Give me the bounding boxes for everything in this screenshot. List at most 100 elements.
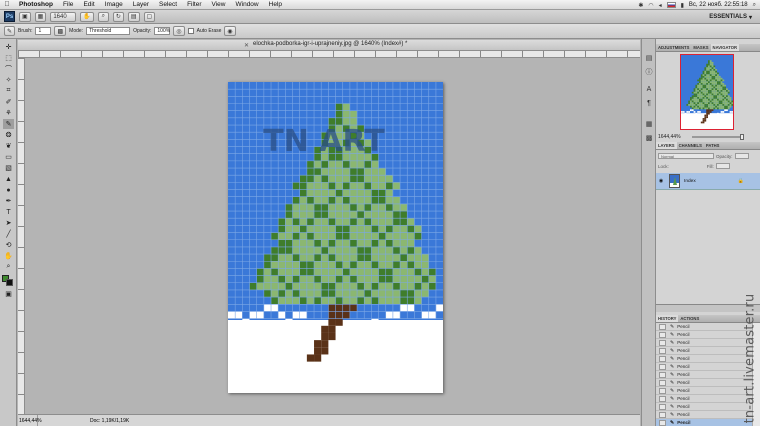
menubar-clock[interactable]: Вс, 22 нояб. 22:55:18	[689, 2, 748, 8]
document-tab[interactable]: ✕ elochka-podborka-igr-i-uprajneniy.jpg …	[18, 40, 640, 51]
history-source-box[interactable]	[659, 419, 666, 426]
hand-tool-button[interactable]: ✋	[80, 11, 94, 22]
flag-ru-icon[interactable]	[666, 2, 676, 8]
history-item[interactable]: ✎ Pencil	[656, 379, 752, 387]
opacity-field[interactable]: 100%	[154, 27, 171, 35]
history-item[interactable]: ✎ Pencil	[656, 347, 752, 355]
horizontal-ruler[interactable]	[18, 51, 640, 58]
rotate-view-button[interactable]: ↻	[112, 11, 124, 22]
eye-icon[interactable]: ◉	[656, 178, 666, 184]
type-tool[interactable]: T	[3, 207, 14, 217]
layers-opacity-field[interactable]	[734, 153, 749, 159]
status-doc-info[interactable]: Doc: 1,19K/1,19K	[38, 418, 129, 424]
history-item[interactable]: ✎ Pencil	[656, 323, 752, 331]
tab-masks[interactable]: MASKS	[691, 45, 710, 50]
hand-tool[interactable]: ✋	[3, 251, 14, 261]
tab-navigator[interactable]: NAVIGATOR	[710, 44, 739, 51]
menu-window[interactable]: Window	[231, 1, 264, 8]
background-color-swatch[interactable]	[6, 279, 13, 286]
menu-layer[interactable]: Layer	[128, 1, 154, 8]
history-source-box[interactable]	[659, 411, 666, 418]
info-strip-button[interactable]: ⓘ	[644, 67, 654, 76]
history-source-box[interactable]	[659, 363, 666, 370]
layer-index[interactable]: ◉ Index 🔒	[656, 173, 760, 190]
shape-tool[interactable]: ╱	[3, 229, 14, 239]
history-source-box[interactable]	[659, 403, 666, 410]
history-source-box[interactable]	[659, 347, 666, 354]
history-brush-tool[interactable]: ❦	[3, 141, 14, 151]
character-strip-button[interactable]: A	[644, 85, 654, 94]
slider-knob[interactable]	[740, 134, 744, 140]
pen-tool[interactable]: ✒	[3, 196, 14, 206]
history-source-box[interactable]	[659, 387, 666, 394]
tab-adjustments[interactable]: ADJUSTMENTS	[656, 45, 691, 50]
menu-image[interactable]: Image	[100, 1, 128, 8]
apple-menu-icon[interactable]: 	[0, 1, 14, 8]
status-zoom[interactable]: 1644,44%	[18, 415, 42, 426]
history-item[interactable]: ✎ Pencil	[656, 387, 752, 395]
blend-mode-select[interactable]: Normal	[658, 153, 714, 159]
history-source-box[interactable]	[659, 339, 666, 346]
navigator-zoom-slider[interactable]	[692, 134, 744, 140]
wifi-icon[interactable]: ◠	[648, 2, 653, 9]
tablet-size-button[interactable]: ◉	[224, 26, 236, 36]
tab-paths[interactable]: PATHS	[704, 143, 722, 148]
tab-layers[interactable]: LAYERS	[656, 142, 677, 149]
vertical-ruler[interactable]	[18, 58, 25, 414]
eyedropper-tool[interactable]: ✐	[3, 97, 14, 107]
menu-app-name[interactable]: Photoshop	[14, 1, 58, 8]
history-item[interactable]: ✎ Pencil	[656, 331, 752, 339]
paragraph-strip-button[interactable]: ¶	[644, 99, 654, 108]
fill-field[interactable]	[715, 163, 730, 169]
history-item-current[interactable]: ✎ Pencil	[656, 419, 752, 426]
quick-mask-button[interactable]: ▣	[3, 289, 14, 299]
swatches-strip-button[interactable]: ▦	[644, 119, 654, 128]
workspace-switcher[interactable]: ESSENTIALS ▾	[709, 12, 752, 22]
menu-help[interactable]: Help	[264, 1, 287, 8]
zoom-tool[interactable]: ⌕	[3, 262, 14, 272]
history-item[interactable]: ✎ Pencil	[656, 355, 752, 363]
clone-stamp-tool[interactable]: ❂	[3, 130, 14, 140]
eraser-tool[interactable]: ▭	[3, 152, 14, 162]
history-source-box[interactable]	[659, 331, 666, 338]
zoom-level-select[interactable]: 1640	[50, 11, 77, 22]
history-source-box[interactable]	[659, 323, 666, 330]
navigator-thumbnail[interactable]	[680, 54, 734, 130]
navigator-zoom[interactable]: 1644,44%	[658, 134, 681, 140]
mode-select[interactable]: Threshold	[86, 27, 131, 35]
crop-tool[interactable]: ⌗	[3, 86, 14, 96]
dodge-tool[interactable]: ●	[3, 185, 14, 195]
bluetooth-icon[interactable]: ✱	[638, 2, 643, 9]
brush-size-picker[interactable]: 1	[35, 27, 52, 35]
tab-actions[interactable]: ACTIONS	[678, 316, 701, 321]
brush-panel-toggle[interactable]: ▩	[54, 26, 67, 36]
lasso-tool[interactable]: ⌒	[3, 64, 14, 74]
history-item[interactable]: ✎ Pencil	[656, 371, 752, 379]
history-item[interactable]: ✎ Pencil	[656, 411, 752, 419]
paint-bucket-tool[interactable]: ▧	[3, 163, 14, 173]
spotlight-icon[interactable]: ⌕	[753, 2, 756, 9]
menu-filter[interactable]: Filter	[182, 1, 206, 8]
close-icon[interactable]: ✕	[244, 42, 249, 49]
mini-bridge-strip-button[interactable]: ▤	[644, 53, 654, 62]
history-item[interactable]: ✎ Pencil	[656, 339, 752, 347]
tool-preset-picker[interactable]: ✎	[4, 26, 16, 36]
menu-edit[interactable]: Edit	[78, 1, 99, 8]
auto-erase-checkbox[interactable]	[187, 28, 194, 34]
mini-bridge-button[interactable]: ▦	[34, 11, 47, 22]
blur-tool[interactable]: ▲	[3, 174, 14, 184]
menu-select[interactable]: Select	[154, 1, 182, 8]
menu-file[interactable]: File	[58, 1, 78, 8]
path-select-tool[interactable]: ➤	[3, 218, 14, 228]
brush-strip-button[interactable]: ▩	[644, 133, 654, 142]
history-source-box[interactable]	[659, 379, 666, 386]
tab-history[interactable]: HISTORY	[656, 315, 679, 322]
history-item[interactable]: ✎ Pencil	[656, 395, 752, 403]
tablet-pressure-button[interactable]: ◎	[173, 26, 185, 36]
tab-channels[interactable]: CHANNELS	[677, 143, 704, 148]
arrange-documents-button[interactable]: ▤	[127, 11, 140, 22]
quick-select-tool[interactable]: ✧	[3, 75, 14, 85]
history-source-box[interactable]	[659, 395, 666, 402]
healing-tool[interactable]: ⚘	[3, 108, 14, 118]
history-item[interactable]: ✎ Pencil	[656, 403, 752, 411]
